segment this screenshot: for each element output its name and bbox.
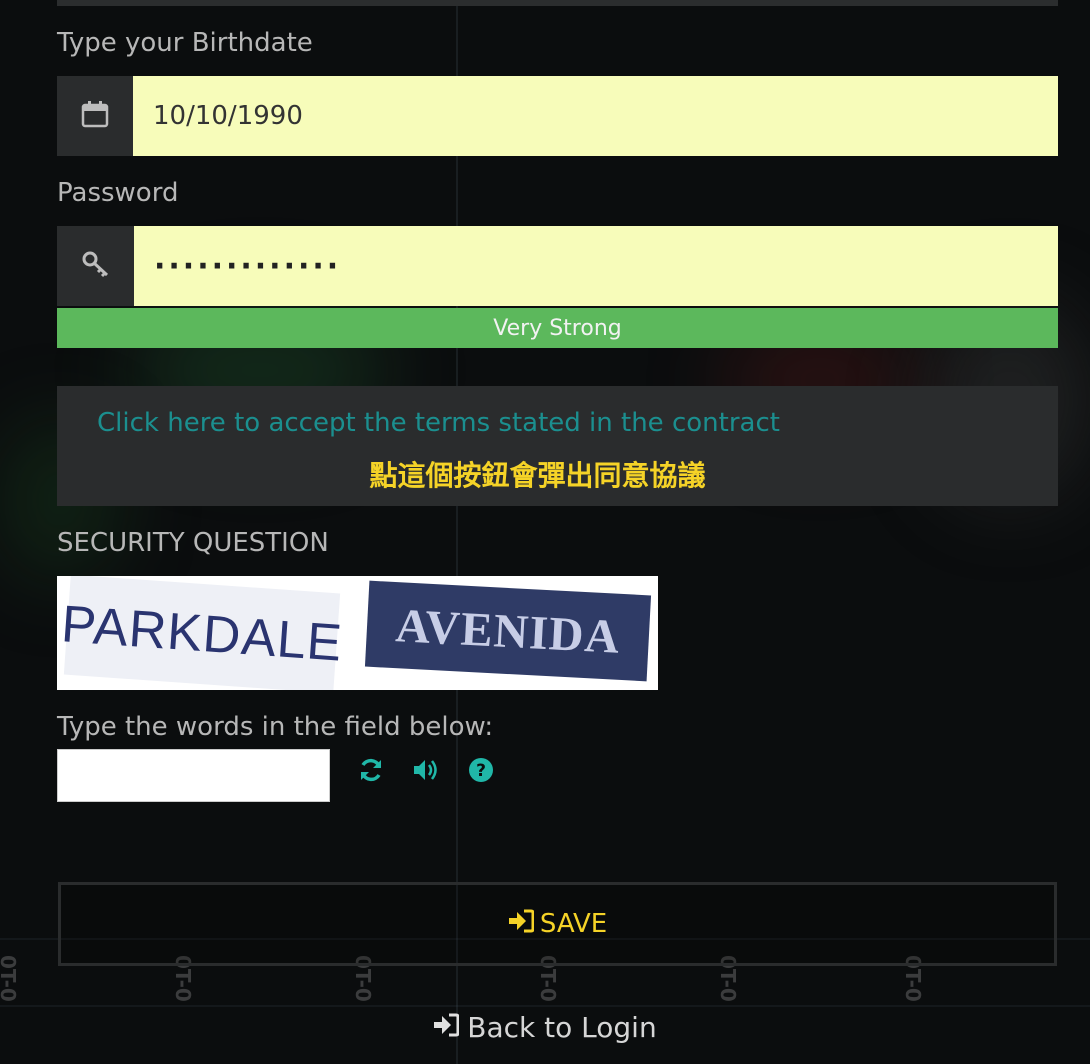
sign-in-icon <box>508 909 535 940</box>
password-input-group[interactable]: ············· <box>57 226 1058 306</box>
captcha-input[interactable] <box>57 749 330 802</box>
back-to-login-link[interactable]: Back to Login <box>0 1005 1090 1049</box>
calendar-icon <box>81 100 109 132</box>
save-label: SAVE <box>539 909 608 939</box>
refresh-icon[interactable] <box>356 755 386 785</box>
birthdate-field[interactable]: 10/10/1990 <box>133 76 1058 156</box>
terms-panel: Click here to accept the terms stated in… <box>57 386 1058 506</box>
captcha-prompt: Type the words in the field below: <box>57 712 494 742</box>
back-to-login-label: Back to Login <box>467 1010 657 1044</box>
password-addon <box>57 226 134 306</box>
svg-text:?: ? <box>476 761 486 781</box>
birthdate-addon <box>57 76 133 156</box>
password-strength-text: Very Strong <box>493 315 622 341</box>
captcha-word-1: PARKDALE <box>60 576 344 690</box>
terms-note: 點這個按鈕會彈出同意協議 <box>369 459 706 492</box>
save-button[interactable]: SAVE <box>58 882 1057 966</box>
security-heading: SECURITY QUESTION <box>57 528 329 558</box>
audio-icon[interactable] <box>411 755 441 785</box>
password-field[interactable]: ············· <box>134 226 1058 306</box>
key-icon <box>81 249 111 283</box>
top-divider <box>57 0 1058 6</box>
help-icon[interactable]: ? <box>466 755 496 785</box>
password-label: Password <box>57 178 179 208</box>
sign-in-icon <box>433 1011 460 1044</box>
password-strength-bar: Very Strong <box>57 308 1058 348</box>
birthdate-input-group[interactable]: 10/10/1990 <box>57 76 1058 156</box>
captcha-word-2: AVENIDA <box>364 580 652 682</box>
captcha-image: PARKDALE AVENIDA <box>57 576 658 690</box>
terms-link[interactable]: Click here to accept the terms stated in… <box>97 408 780 438</box>
birthdate-label: Type your Birthdate <box>57 28 313 58</box>
